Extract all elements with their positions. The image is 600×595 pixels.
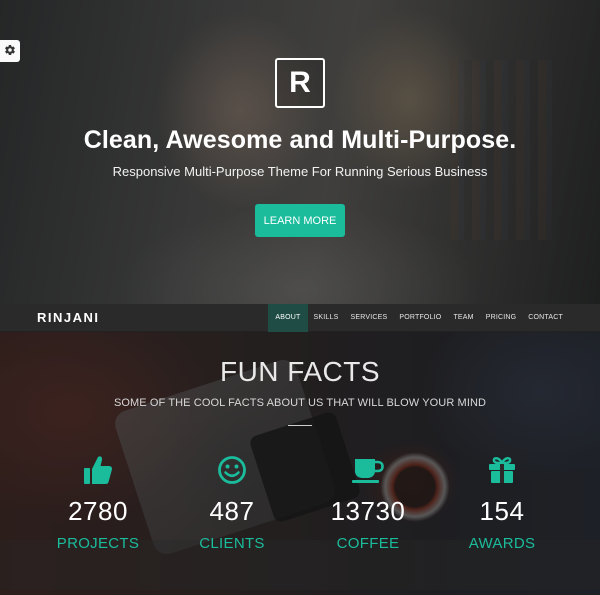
stat-number: 487 <box>209 496 255 526</box>
logo-mark[interactable]: R <box>275 58 325 108</box>
nav-item-skills[interactable]: SKILLS <box>308 304 345 332</box>
gear-icon <box>4 44 16 58</box>
hero-section: R Clean, Awesome and Multi-Purpose. Resp… <box>0 0 600 304</box>
hero-title: Clean, Awesome and Multi-Purpose. <box>83 126 517 154</box>
fun-facts-section: FUN FACTS SOME OF THE COOL FACTS ABOUT U… <box>0 332 600 595</box>
hero-subtitle: Responsive Multi-Purpose Theme For Runni… <box>112 164 488 179</box>
coffee-cup-icon <box>293 452 443 488</box>
thumbs-up-icon <box>23 452 173 488</box>
nav-item-services[interactable]: SERVICES <box>344 304 393 332</box>
nav-item-portfolio[interactable]: PORTFOLIO <box>393 304 447 332</box>
stat-label: AWARDS <box>468 535 536 552</box>
main-navbar: RINJANI ABOUT SKILLS SERVICES PORTFOLIO … <box>0 304 600 332</box>
nav-item-pricing[interactable]: PRICING <box>480 304 523 332</box>
settings-toggle-button[interactable] <box>0 40 20 62</box>
learn-more-button[interactable]: LEARN MORE <box>255 204 345 237</box>
nav-menu: ABOUT SKILLS SERVICES PORTFOLIO TEAM PRI… <box>268 304 569 332</box>
nav-item-contact[interactable]: CONTACT <box>522 304 569 332</box>
gift-icon <box>427 452 577 488</box>
stat-coffee: 13730 COFFEE <box>293 452 443 552</box>
brand-name[interactable]: RINJANI <box>37 304 100 332</box>
stat-number: 13730 <box>330 496 406 526</box>
stat-clients: 487 CLIENTS <box>157 452 307 552</box>
stat-number: 154 <box>479 496 525 526</box>
section-divider <box>288 425 312 426</box>
logo-letter: R <box>289 66 311 99</box>
nav-item-team[interactable]: TEAM <box>447 304 479 332</box>
stat-label: CLIENTS <box>199 535 265 552</box>
stat-label: COFFEE <box>336 535 400 552</box>
fun-facts-title: FUN FACTS <box>219 356 381 387</box>
fun-facts-subtitle: SOME OF THE COOL FACTS ABOUT US THAT WIL… <box>113 397 487 409</box>
smiley-icon <box>157 452 307 488</box>
stat-projects: 2780 PROJECTS <box>23 452 173 552</box>
nav-item-about[interactable]: ABOUT <box>268 304 308 332</box>
stat-label: PROJECTS <box>56 535 140 552</box>
stat-number: 2780 <box>68 496 128 526</box>
stat-awards: 154 AWARDS <box>427 452 577 552</box>
